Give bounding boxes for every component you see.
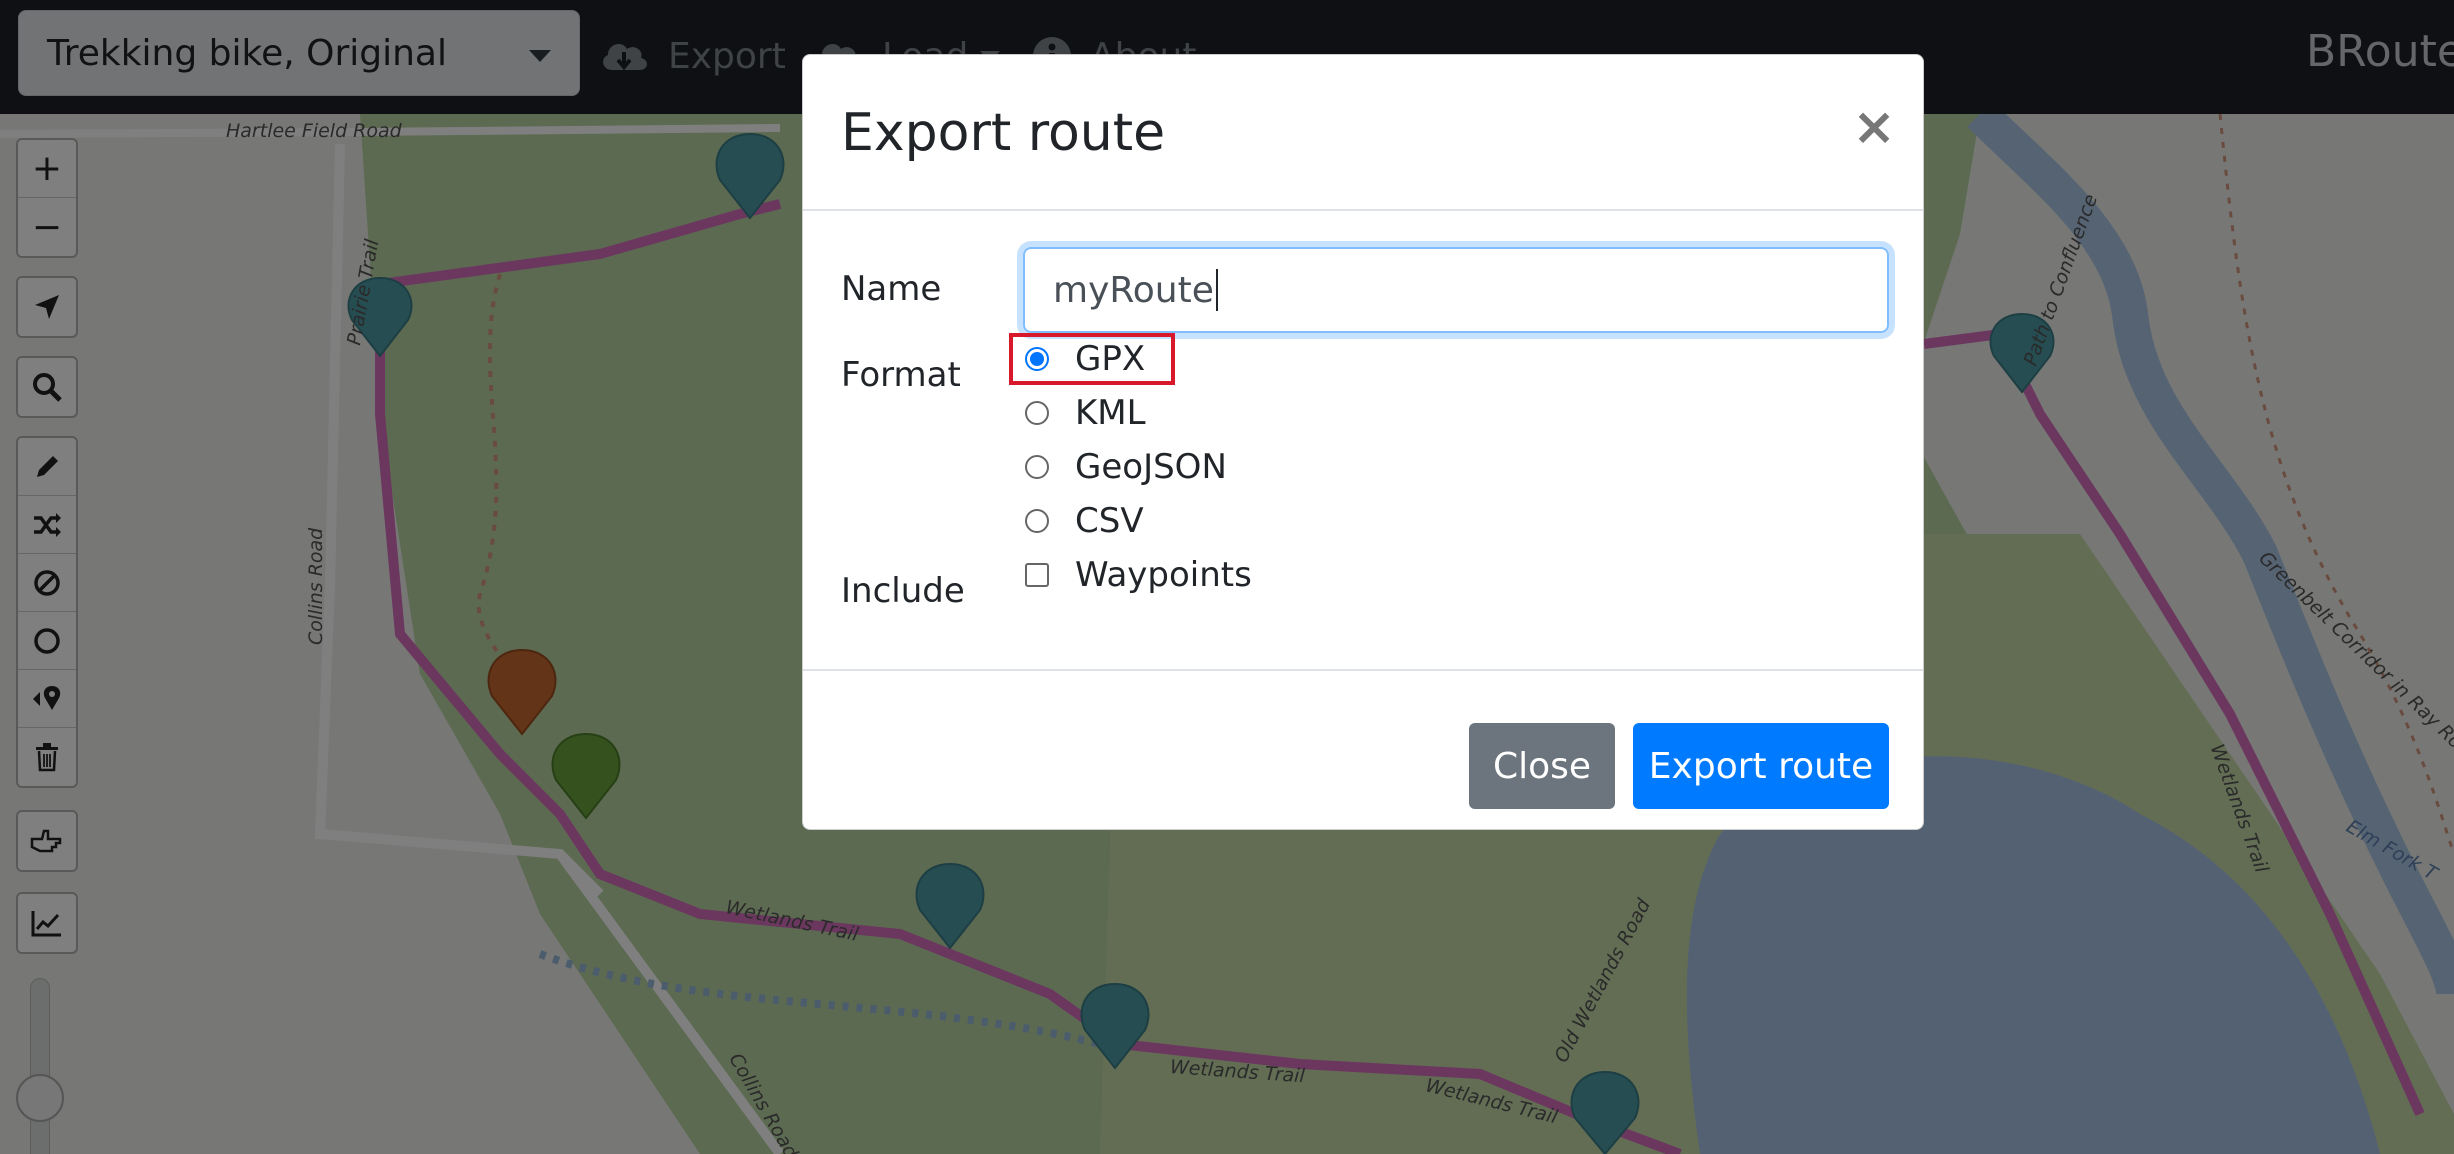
format-label-geojson: GeoJSON — [1075, 447, 1227, 487]
route-name-input[interactable]: myRoute — [1023, 247, 1889, 333]
close-button[interactable]: Close — [1469, 723, 1615, 809]
format-option-csv[interactable]: CSV — [1025, 499, 1144, 543]
close-icon[interactable]: × — [1849, 97, 1899, 157]
modal-header: Export route × — [803, 55, 1923, 211]
text-cursor — [1215, 269, 1218, 311]
format-option-kml[interactable]: KML — [1025, 391, 1146, 435]
format-label: Format — [841, 355, 961, 395]
radio-csv[interactable] — [1025, 509, 1049, 533]
format-option-geojson[interactable]: GeoJSON — [1025, 445, 1227, 489]
include-waypoints-option[interactable]: Waypoints — [1025, 553, 1252, 597]
modal-footer: Close Export route — [803, 669, 1923, 831]
route-name-value: myRoute — [1053, 269, 1214, 311]
export-route-button[interactable]: Export route — [1633, 723, 1889, 809]
waypoints-checkbox[interactable] — [1025, 563, 1049, 587]
export-route-dialog: Export route × Name myRoute Format GPX K… — [802, 54, 1924, 830]
waypoints-label: Waypoints — [1075, 555, 1252, 595]
highlight-box — [1009, 333, 1175, 385]
modal-title: Export route — [841, 103, 1166, 163]
format-label-csv: CSV — [1075, 501, 1144, 541]
radio-kml[interactable] — [1025, 401, 1049, 425]
radio-geojson[interactable] — [1025, 455, 1049, 479]
format-label-kml: KML — [1075, 393, 1146, 433]
include-label: Include — [841, 571, 965, 611]
name-label: Name — [841, 269, 942, 309]
app-root: Trekking bike, Original Export Load Abou… — [0, 0, 2454, 1154]
